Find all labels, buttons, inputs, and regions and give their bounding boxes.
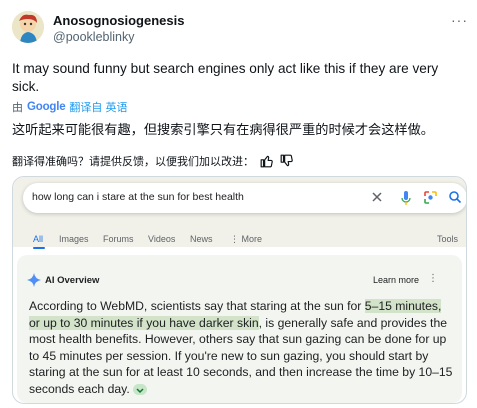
translated-by-prefix: 由 xyxy=(12,102,23,114)
kebab-icon[interactable]: ⋮ xyxy=(428,273,438,284)
translated-text: 这听起来可能很有趣，但搜索引擎只有在病得很严重的时候才会这样做。 xyxy=(12,122,434,137)
google-logo-text: Google xyxy=(27,101,66,113)
author-handle[interactable]: @pookleblinky xyxy=(53,30,134,44)
ai-overview-text: According to WebMD, scientists say that … xyxy=(29,298,454,398)
clear-icon[interactable] xyxy=(370,190,384,204)
sparkle-icon xyxy=(27,273,41,287)
active-tab-indicator xyxy=(33,247,45,249)
translated-from-link[interactable]: 翻译自 英语 xyxy=(69,99,127,115)
tweet-text: It may sound funny but search engines on… xyxy=(12,61,439,94)
search-bar[interactable]: how long can i stare at the sun for best… xyxy=(23,183,466,213)
tab-tools[interactable]: Tools xyxy=(437,234,458,244)
tab-all[interactable]: All xyxy=(33,234,43,244)
lens-icon[interactable] xyxy=(423,190,438,205)
avatar[interactable] xyxy=(12,11,44,43)
search-tabs: All Images Forums Videos News ⋮ More Too… xyxy=(13,229,466,249)
chevron-down-icon[interactable] xyxy=(133,384,148,396)
learn-more-link[interactable]: Learn more xyxy=(373,275,419,285)
mic-icon[interactable] xyxy=(400,190,412,206)
feedback-prompt: 翻译得准确吗？请提供反馈，以便我们加以改进： xyxy=(12,156,254,168)
search-icon[interactable] xyxy=(448,190,462,204)
tab-news[interactable]: News xyxy=(190,234,213,244)
author-name[interactable]: Anosognosiogenesis xyxy=(53,13,184,28)
attached-image[interactable]: how long can i stare at the sun for best… xyxy=(12,176,467,404)
thumbs-up-icon[interactable] xyxy=(260,154,274,168)
more-icon[interactable]: ··· xyxy=(451,12,468,28)
google-logo: Google xyxy=(27,101,66,113)
translation-attribution: 由 Google 翻译自 英语 xyxy=(12,99,127,115)
search-query[interactable]: how long can i stare at the sun for best… xyxy=(32,191,244,203)
translation-feedback: 翻译得准确吗？请提供反馈，以便我们加以改进： xyxy=(12,153,294,169)
tab-videos[interactable]: Videos xyxy=(148,234,175,244)
tab-forums[interactable]: Forums xyxy=(103,234,134,244)
thumbs-down-icon[interactable] xyxy=(280,154,294,168)
ai-overview-title: AI Overview xyxy=(45,275,100,286)
tab-more-label: More xyxy=(241,234,263,244)
tab-images[interactable]: Images xyxy=(59,234,89,244)
kebab-icon: ⋮ xyxy=(230,234,242,244)
tab-more[interactable]: ⋮ More xyxy=(230,234,262,245)
ai-body-part1: According to WebMD, scientists say that … xyxy=(29,299,365,313)
